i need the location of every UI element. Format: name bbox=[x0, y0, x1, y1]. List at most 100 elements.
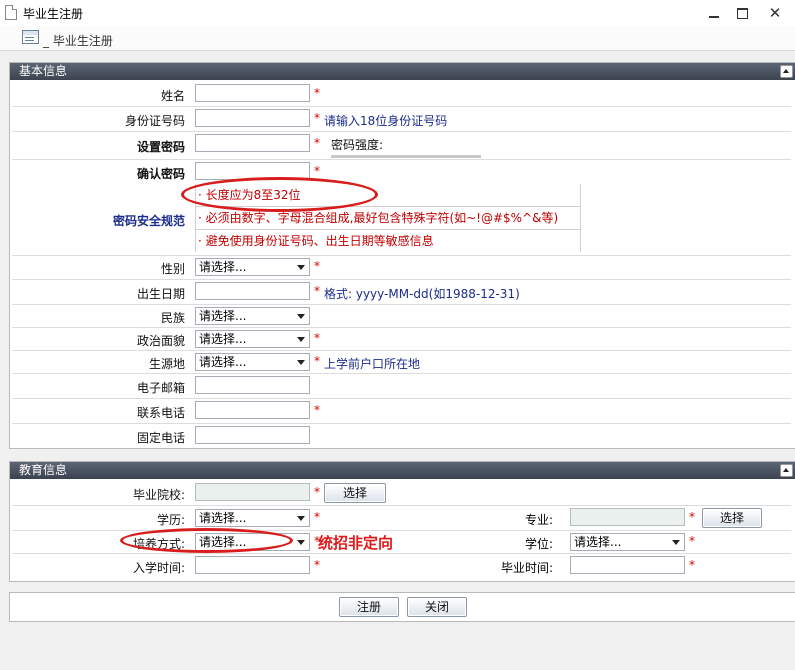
id-number-hint: 请输入18位身份证号码 bbox=[324, 114, 448, 128]
row-training-mode: 培养方式: 请选择... * 统招非定向 学位: 请选择... * bbox=[12, 528, 791, 554]
footer-bar: 注册 关闭 bbox=[9, 592, 795, 622]
school-select-button[interactable]: 选择 bbox=[324, 483, 386, 503]
email-label: 电子邮箱 bbox=[136, 381, 185, 395]
row-confirm-password: 确认密码 * bbox=[12, 160, 791, 184]
ethnicity-select[interactable]: 请选择... bbox=[195, 307, 310, 325]
education-title: 教育信息 bbox=[19, 463, 68, 477]
id-number-input[interactable] bbox=[195, 109, 310, 127]
ethnicity-label: 民族 bbox=[160, 311, 185, 325]
name-input[interactable] bbox=[195, 84, 310, 102]
collapse-education-button[interactable] bbox=[780, 464, 793, 477]
password-required-mark: * bbox=[314, 136, 320, 150]
birth-date-input[interactable] bbox=[195, 282, 310, 300]
confirm-password-label: 确认密码 bbox=[136, 167, 185, 181]
close-window-button[interactable]: ✕ bbox=[763, 3, 787, 23]
landline-input[interactable] bbox=[195, 426, 310, 444]
degree-level-select-value: 请选择... bbox=[199, 511, 247, 525]
chevron-down-icon bbox=[297, 516, 305, 521]
gender-required-mark: * bbox=[314, 259, 320, 273]
ethnicity-select-value: 请选择... bbox=[199, 309, 247, 323]
enroll-date-label: 入学时间: bbox=[132, 561, 185, 575]
enroll-required-mark: * bbox=[314, 558, 320, 572]
row-degree-level: 学历: 请选择... * 专业: * 选择 bbox=[12, 506, 791, 531]
name-required-mark: * bbox=[314, 86, 320, 100]
basic-info-panel: 基本信息 姓名 * 身份证号码 * 请输入18位身份证号码 设置密码 * 密码强… bbox=[9, 62, 795, 449]
school-required-mark: * bbox=[314, 485, 320, 499]
birth-date-hint: 格式: yyyy-MM-dd(如1988-12-31) bbox=[324, 287, 520, 301]
degree-label: 学位: bbox=[525, 537, 554, 551]
birth-date-label: 出生日期 bbox=[136, 287, 185, 301]
name-label: 姓名 bbox=[160, 89, 185, 103]
row-phone: 联系电话 * bbox=[12, 399, 791, 424]
phone-required-mark: * bbox=[314, 403, 320, 417]
password-rules-label: 密码安全规范 bbox=[112, 214, 185, 228]
chevron-down-icon bbox=[297, 337, 305, 342]
origin-select[interactable]: 请选择... bbox=[195, 353, 310, 371]
degree-required-mark: * bbox=[689, 534, 695, 548]
highlight-ellipse bbox=[181, 177, 378, 212]
confirm-required-mark: * bbox=[314, 164, 320, 178]
degree-select[interactable]: 请选择... bbox=[570, 533, 685, 551]
row-password-rules: 密码安全规范 · 长度应为8至32位 · 必须由数字、字母混合组成,最好包含特殊… bbox=[12, 177, 791, 256]
password-input[interactable] bbox=[195, 134, 310, 152]
row-id-number: 身份证号码 * 请输入18位身份证号码 bbox=[12, 107, 791, 132]
degree-level-label: 学历: bbox=[156, 513, 185, 527]
row-dates: 入学时间: * 毕业时间: * bbox=[12, 554, 791, 578]
landline-label: 固定电话 bbox=[136, 431, 185, 445]
id-number-label: 身份证号码 bbox=[124, 114, 185, 128]
major-select-button[interactable]: 选择 bbox=[702, 508, 762, 528]
row-ethnicity: 民族 请选择... bbox=[12, 305, 791, 328]
row-name: 姓名 * bbox=[12, 82, 791, 107]
school-label: 毕业院校: bbox=[132, 488, 185, 502]
gender-select-value: 请选择... bbox=[199, 260, 247, 274]
chevron-down-icon bbox=[297, 360, 305, 365]
political-required-mark: * bbox=[314, 331, 320, 345]
gender-select[interactable]: 请选择... bbox=[195, 258, 310, 276]
chevron-down-icon bbox=[297, 265, 305, 270]
row-origin: 生源地 请选择... * 上学前户口所在地 bbox=[12, 351, 791, 374]
window-title: 毕业生注册 bbox=[23, 7, 84, 21]
school-input[interactable] bbox=[195, 483, 310, 501]
row-landline: 固定电话 bbox=[12, 424, 791, 447]
political-status-select-value: 请选择... bbox=[199, 332, 247, 346]
gender-label: 性别 bbox=[160, 262, 185, 276]
degree-level-select[interactable]: 请选择... bbox=[195, 509, 310, 527]
major-input[interactable] bbox=[570, 508, 685, 526]
enroll-date-input[interactable] bbox=[195, 556, 310, 574]
degree-level-required-mark: * bbox=[314, 510, 320, 524]
origin-select-value: 请选择... bbox=[199, 355, 247, 369]
major-required-mark: * bbox=[689, 510, 695, 524]
password-rule: · 避免使用身份证号码、出生日期等敏感信息 bbox=[198, 234, 434, 248]
political-status-select[interactable]: 请选择... bbox=[195, 330, 310, 348]
password-label: 设置密码 bbox=[136, 140, 185, 154]
id-required-mark: * bbox=[314, 111, 320, 125]
password-strength-label: 密码强度: bbox=[331, 138, 384, 152]
education-header: 教育信息 bbox=[10, 462, 795, 479]
phone-input[interactable] bbox=[195, 401, 310, 419]
origin-required-mark: * bbox=[314, 354, 320, 368]
row-email: 电子邮箱 bbox=[12, 374, 791, 399]
minimize-button[interactable] bbox=[702, 3, 726, 23]
basic-info-title: 基本信息 bbox=[19, 64, 68, 78]
row-political-status: 政治面貌 请选择... * bbox=[12, 328, 791, 351]
highlight-ellipse bbox=[120, 528, 293, 553]
graduate-date-label: 毕业时间: bbox=[501, 561, 554, 575]
training-annotation: 统招非定向 bbox=[318, 534, 394, 552]
chevron-down-icon bbox=[672, 540, 680, 545]
maximize-button[interactable] bbox=[730, 3, 754, 23]
register-button[interactable]: 注册 bbox=[339, 597, 399, 617]
chevron-down-icon bbox=[297, 314, 305, 319]
origin-hint: 上学前户口所在地 bbox=[324, 357, 421, 371]
title-bar: 毕业生注册 ✕ bbox=[0, 0, 795, 26]
row-birth-date: 出生日期 * 格式: yyyy-MM-dd(如1988-12-31) bbox=[12, 280, 791, 305]
close-button[interactable]: 关闭 bbox=[407, 597, 467, 617]
origin-label: 生源地 bbox=[148, 357, 185, 371]
email-input[interactable] bbox=[195, 376, 310, 394]
document-icon bbox=[5, 5, 17, 20]
basic-info-header: 基本信息 bbox=[10, 63, 795, 80]
chevron-down-icon bbox=[297, 540, 305, 545]
password-strength-meter bbox=[331, 155, 481, 158]
graduate-date-input[interactable] bbox=[570, 556, 685, 574]
collapse-basic-button[interactable] bbox=[780, 65, 793, 78]
row-password: 设置密码 * 密码强度: bbox=[12, 132, 791, 160]
